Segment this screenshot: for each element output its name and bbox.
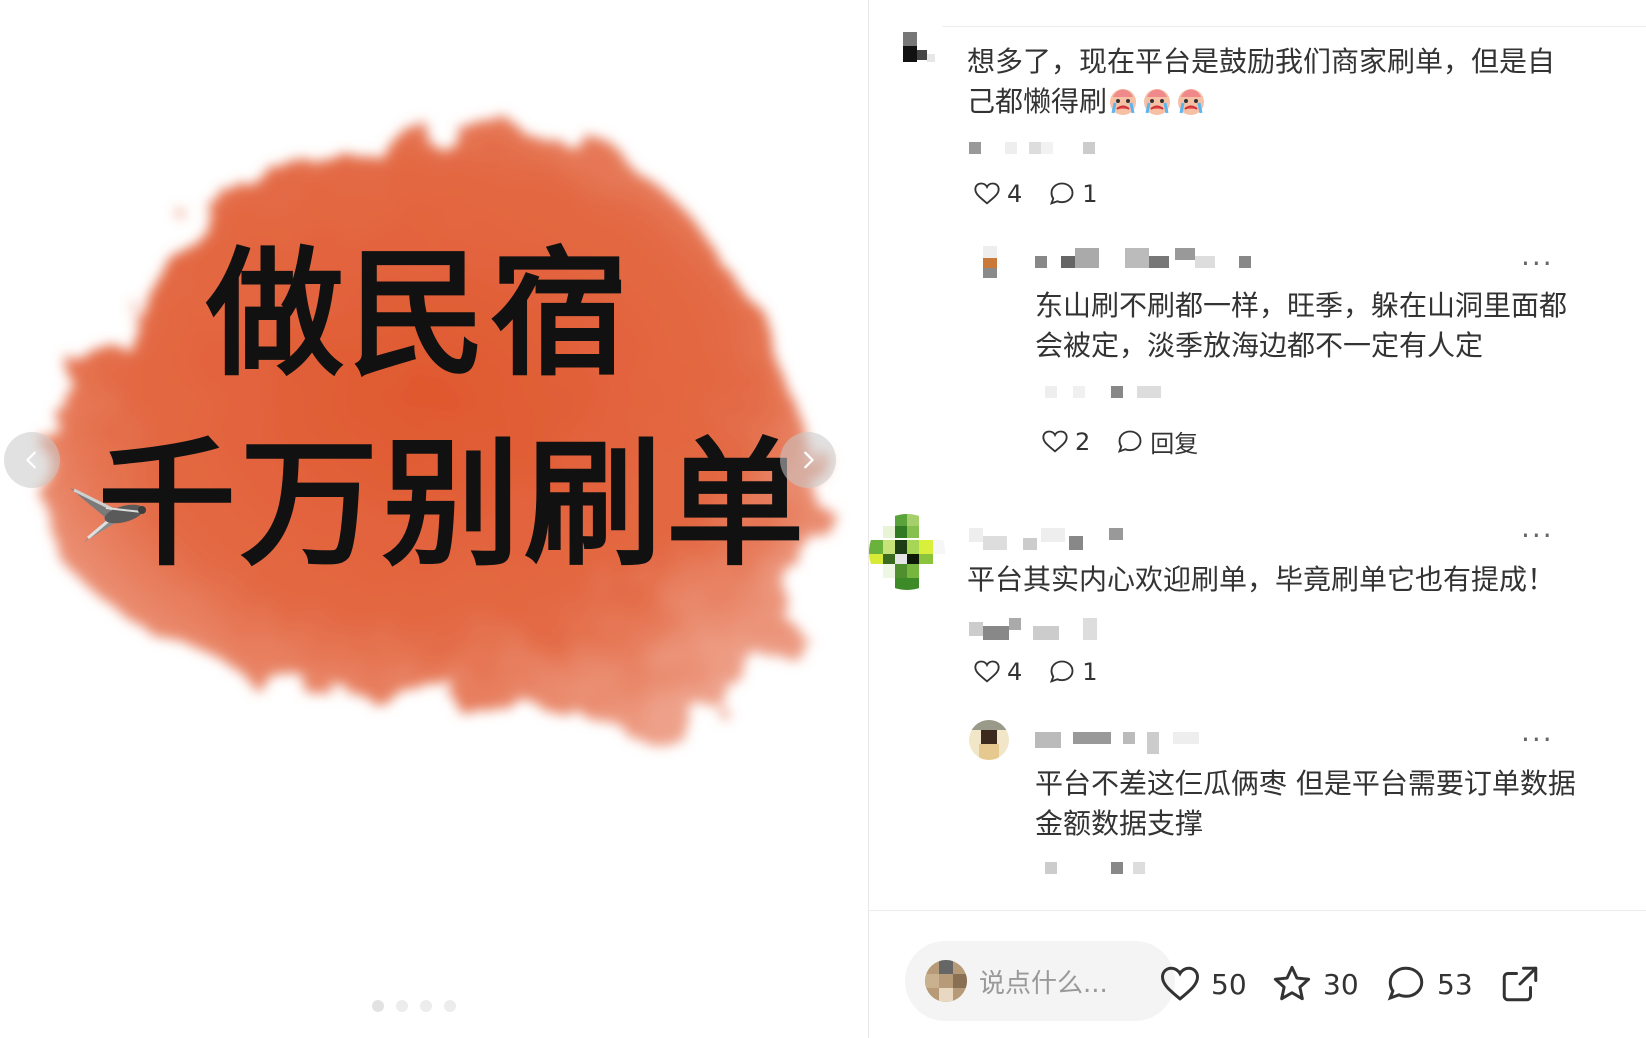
reply-text: 平台不差这仨瓜俩枣 但是平台需要订单数据金额数据支撑 (1035, 767, 1576, 840)
like-count: 4 (1007, 658, 1023, 686)
reply-button[interactable]: 回复 (1116, 424, 1198, 459)
chevron-left-icon (26, 451, 36, 469)
comment-actions: 4 1 (973, 658, 1124, 686)
avatar[interactable] (869, 514, 945, 590)
carousel-indicator (372, 1000, 456, 1012)
comment-bubble-icon (1387, 966, 1424, 1001)
user-name[interactable] (1035, 730, 1235, 754)
share-icon (1502, 966, 1538, 1002)
like-button[interactable]: 4 (973, 180, 1022, 208)
like-post-button[interactable]: 50 (1159, 963, 1247, 1005)
heart-icon (974, 660, 1000, 683)
carousel-dot[interactable] (372, 1000, 384, 1012)
like-button[interactable]: 2 (1041, 428, 1090, 456)
carousel-dot[interactable] (396, 1000, 408, 1012)
comment-actions: 2 回复 (1041, 424, 1224, 459)
comment-meta (969, 142, 1095, 154)
share-button[interactable] (1499, 963, 1541, 1005)
user-name[interactable] (1035, 246, 1255, 270)
like-count: 4 (1007, 180, 1023, 208)
comment-bubble-icon (1050, 660, 1074, 683)
carousel-dot[interactable] (420, 1000, 432, 1012)
crying-face-emoji (1144, 89, 1171, 115)
avatar[interactable] (969, 720, 1009, 760)
reply-button[interactable]: 1 (1048, 658, 1098, 686)
favorite-count: 30 (1323, 967, 1359, 1001)
more-options-button[interactable]: ··· (1521, 522, 1554, 550)
reply-count: 1 (1082, 180, 1098, 208)
user-name[interactable] (969, 526, 1129, 554)
comment-count: 53 (1437, 967, 1473, 1001)
like-count: 2 (1075, 427, 1091, 456)
carousel-next-button[interactable] (780, 432, 836, 488)
avatar[interactable] (979, 242, 1001, 282)
more-options-button[interactable]: ··· (1521, 726, 1554, 754)
comment-meta (1045, 386, 1161, 398)
comment-actions: 4 1 (973, 180, 1124, 208)
crying-face-emoji (1110, 89, 1137, 115)
favorite-button[interactable]: 30 (1271, 963, 1359, 1005)
comment-text: 想多了，现在平台是鼓励我们商家刷单，但是自己都懒得刷 (967, 45, 1556, 118)
bottom-action-bar: 说点什么... 50 30 53 (869, 911, 1646, 1038)
chevron-right-icon (804, 451, 814, 469)
moth-icon (70, 488, 146, 542)
heart-icon (1042, 430, 1068, 453)
carousel-dot[interactable] (444, 1000, 456, 1012)
like-button[interactable]: 4 (973, 658, 1022, 686)
comment-bubble-icon (1118, 430, 1142, 453)
carousel-prev-button[interactable] (4, 432, 60, 488)
reply-button[interactable]: 1 (1048, 180, 1098, 208)
comment-text: 平台其实内心欢迎刷单，毕竟刷单它也有提成！ (967, 563, 1556, 596)
comment-placeholder: 说点什么... (979, 968, 1108, 999)
comment-list[interactable]: 想多了，现在平台是鼓励我们商家刷单，但是自己都懒得刷 4 1 ··· 东山刷不刷… (869, 0, 1646, 910)
reply-text: 东山刷不刷都一样，旺季，躲在山洞里面都会被定，淡季放海边都不一定有人定 (1035, 289, 1568, 362)
comment-input[interactable]: 说点什么... (905, 941, 1175, 1021)
star-icon (1273, 965, 1311, 1001)
heart-icon (974, 182, 1000, 205)
comments-button[interactable]: 53 (1385, 963, 1473, 1005)
reply-label: 回复 (1150, 430, 1199, 458)
comment-meta (969, 618, 1097, 640)
avatar[interactable] (889, 24, 945, 80)
comment-meta (1045, 862, 1145, 874)
divider (909, 26, 1646, 27)
reply-count: 1 (1082, 658, 1098, 686)
like-count: 50 (1211, 967, 1247, 1001)
crying-face-emoji (1178, 89, 1205, 115)
avatar (925, 960, 967, 1002)
comment-bubble-icon (1050, 182, 1074, 205)
more-options-button[interactable]: ··· (1521, 250, 1554, 278)
cover-title-line-1: 做民宿 (205, 234, 632, 395)
heart-icon (1161, 966, 1199, 1001)
post-image-carousel[interactable]: 做民宿 千万别刷单 (0, 0, 866, 1038)
